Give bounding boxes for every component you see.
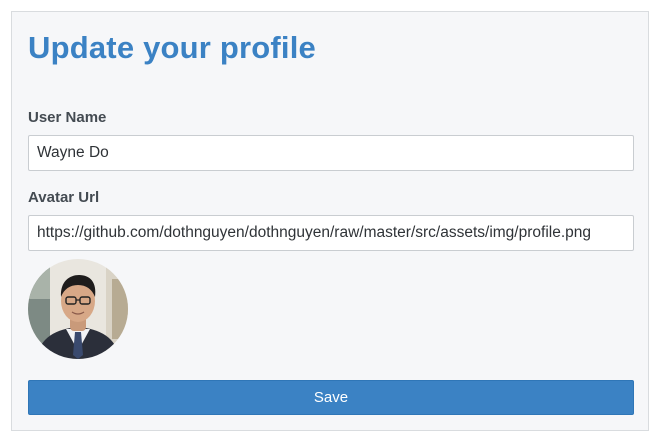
page-title: Update your profile xyxy=(28,30,316,65)
avatar-url-label: Avatar Url xyxy=(28,189,100,206)
save-button[interactable]: Save xyxy=(28,380,634,415)
avatar-url-input[interactable] xyxy=(28,215,634,251)
user-name-input[interactable] xyxy=(28,135,634,171)
avatar xyxy=(28,259,128,359)
avatar-image xyxy=(28,259,128,359)
profile-form-panel: Update your profile User Name Avatar Url xyxy=(11,11,649,431)
user-name-label: User Name xyxy=(28,109,107,126)
